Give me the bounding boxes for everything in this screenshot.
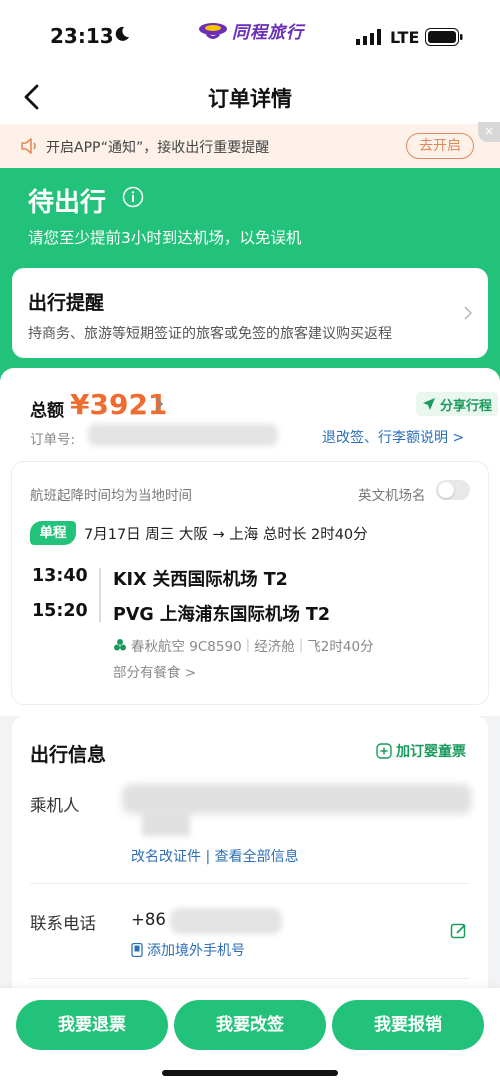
airline-info: 春秋航空 9C8590 | 经济舱 | 飞2时40分 [113, 635, 374, 655]
moon-icon [115, 26, 129, 41]
separator: | [298, 637, 304, 653]
airline-flight: 春秋航空 9C8590 [131, 639, 242, 655]
total-price[interactable]: ¥3921 [70, 388, 167, 421]
brand-logo-icon [199, 22, 227, 39]
contact-phone-label: 联系电话 [30, 914, 96, 933]
english-airport-toggle[interactable] [436, 480, 470, 500]
arrival-time: 15:20 [32, 601, 88, 621]
change-flight-button[interactable]: 我要改签 [174, 1000, 326, 1050]
page-title: 订单详情 [208, 87, 292, 111]
local-time-note: 航班起降时间均为当地时间 [30, 488, 192, 504]
redacted-order-number [88, 424, 278, 446]
notification-banner: 开启APP“通知”，接收出行重要提醒 去开启 [0, 124, 500, 168]
signal-icon [356, 29, 381, 45]
nav-bar: 订单详情 [0, 70, 500, 124]
add-infant-label: 加订婴童票 [396, 744, 466, 760]
add-overseas-phone-link[interactable]: 添加境外手机号 [131, 940, 245, 960]
airline-logo-icon [114, 639, 126, 651]
send-icon [423, 398, 435, 410]
passenger-label: 乘机人 [30, 796, 80, 815]
add-infant-ticket-button[interactable]: 加订婴童票 [376, 741, 466, 761]
trip-summary: 7月17日 周三 大阪 → 上海 总时长 2时40分 [84, 527, 368, 543]
separator: | [245, 637, 251, 653]
refund-baggage-rules-link[interactable]: 退改签、行李额说明 > [322, 427, 464, 447]
share-trip-button[interactable]: 分享行程 [416, 392, 499, 416]
status-time: 23:13 [50, 24, 114, 48]
network-type: LTE [390, 28, 420, 47]
close-icon[interactable]: × [478, 122, 500, 142]
departure-airport: KIX 关西国际机场 T2 [113, 570, 288, 590]
travel-reminder-card[interactable]: 出行提醒 持商务、旅游等短期签证的旅客或免签的旅客建议购买返程 [12, 268, 488, 358]
divider [30, 978, 470, 979]
divider [30, 883, 470, 884]
status-bar: 23:13 同程旅行 LTE [0, 0, 500, 70]
share-trip-label: 分享行程 [440, 398, 493, 414]
add-overseas-phone-label: 添加境外手机号 [147, 943, 245, 959]
reimbursement-button[interactable]: 我要报销 [332, 1000, 484, 1050]
plus-icon [376, 743, 392, 759]
refund-button[interactable]: 我要退票 [16, 1000, 168, 1050]
toggle-knob [438, 482, 454, 498]
chevron-right-icon[interactable] [154, 396, 164, 412]
redacted-passenger-extra [142, 810, 190, 836]
home-indicator[interactable] [162, 1070, 338, 1076]
passenger-links[interactable]: 改名改证件 | 查看全部信息 [131, 846, 299, 866]
order-status-title: 待出行 [28, 188, 107, 218]
info-icon[interactable] [122, 186, 144, 208]
reminder-title: 出行提醒 [28, 292, 105, 314]
redacted-phone-number [170, 908, 282, 934]
cabin-class: 经济舱 [254, 639, 295, 655]
brand: 同程旅行 [198, 18, 304, 43]
chevron-right-icon [464, 306, 473, 320]
phone-country-code: +86 [131, 910, 166, 929]
order-status-subtitle: 请您至少提前3小时到达机场，以免误机 [28, 229, 302, 247]
order-number-label: 订单号: [30, 432, 76, 448]
route-line [99, 568, 101, 622]
phone-icon [131, 943, 143, 957]
enable-notification-button[interactable]: 去开启 [406, 133, 474, 159]
battery-icon [425, 28, 463, 46]
english-airport-label: 英文机场名 [358, 488, 426, 504]
speaker-icon [21, 138, 36, 154]
trip-type-badge: 单程 [30, 521, 76, 545]
total-label: 总额 [30, 401, 64, 421]
notice-text: 开启APP“通知”，接收出行重要提醒 [46, 140, 270, 156]
arrival-airport: PVG 上海浦东国际机场 T2 [113, 605, 331, 625]
flight-duration: 飞2时40分 [307, 639, 374, 655]
meal-info-link[interactable]: 部分有餐食 > [113, 661, 196, 681]
departure-time: 13:40 [32, 566, 88, 586]
brand-name: 同程旅行 [232, 23, 304, 43]
edit-icon[interactable] [450, 922, 468, 940]
travel-info-title: 出行信息 [30, 744, 107, 766]
reminder-text: 持商务、旅游等短期签证的旅客或免签的旅客建议购买返程 [28, 326, 392, 342]
